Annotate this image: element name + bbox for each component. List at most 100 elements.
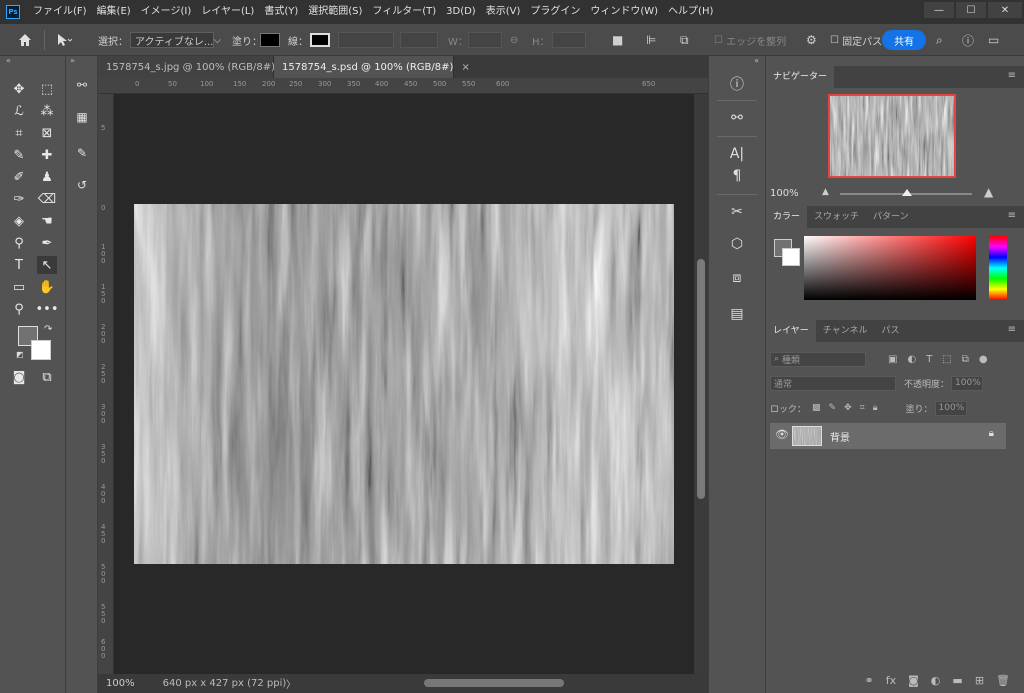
panel-menu-icon[interactable]: ≡ — [1008, 70, 1016, 81]
eye-icon[interactable]: 👁︎ — [775, 428, 789, 441]
collapse-icon[interactable]: « — [754, 56, 759, 65]
home-icon[interactable] — [18, 24, 32, 56]
lock-pixels-icon[interactable]: ✎ — [829, 403, 837, 413]
expand-icon[interactable]: » — [70, 56, 75, 65]
filter-pixel-icon[interactable]: ▣ — [888, 354, 897, 365]
type-tool-icon[interactable]: T — [9, 256, 29, 274]
properties-panel-icon[interactable]: ⚯ — [72, 76, 92, 94]
image-panel-icon[interactable]: ▦ — [72, 108, 92, 126]
menu-edit[interactable]: 編集(E) — [92, 0, 136, 24]
filter-smart-object-icon[interactable]: ⧉ — [962, 354, 969, 365]
link-icon[interactable]: ⊖ — [510, 24, 518, 56]
tab-channels[interactable]: チャンネル — [816, 320, 875, 342]
filter-adjustment-icon[interactable]: ◐ — [907, 354, 916, 365]
navigator-zoom-value[interactable]: 100% — [770, 188, 799, 199]
frame-tool-icon[interactable]: ⊠ — [37, 124, 57, 142]
fill-swatch[interactable] — [260, 33, 280, 47]
select-dropdown[interactable]: アクティブなレ... ⌵ — [130, 32, 221, 48]
tab-jpg[interactable]: 1578754_s.jpg @ 100% (RGB/8#) × — [98, 56, 291, 78]
menu-select[interactable]: 選択範囲(S) — [303, 0, 367, 24]
lock-artboard-icon[interactable]: ⌗ — [860, 403, 865, 413]
align-edges-checkbox[interactable]: ☐ エッジを整列 — [714, 24, 786, 56]
layer-kind-filter[interactable]: ⌕ 種類 — [770, 351, 866, 367]
close-icon[interactable]: × — [461, 62, 469, 73]
lock-transparency-icon[interactable]: ▩ — [812, 403, 821, 413]
tab-color[interactable]: カラー — [766, 206, 808, 228]
path-selection-tool-icon[interactable] — [56, 24, 72, 56]
tab-psd[interactable]: 1578754_s.psd @ 100% (RGB/8#) × — [274, 56, 470, 78]
tool-presets-icon[interactable]: ✂ — [726, 202, 748, 222]
path-alignment-icon[interactable]: ⊫ — [646, 24, 656, 56]
screen-mode-icon[interactable]: ⧉ — [37, 368, 57, 386]
tab-paths[interactable]: パス — [874, 320, 906, 342]
properties-icon[interactable]: ⚯ — [726, 108, 748, 128]
zoom-in-icon[interactable]: ▲ — [984, 185, 993, 199]
status-menu-arrow[interactable]: 〉 — [286, 676, 296, 691]
menu-view[interactable]: 表示(V) — [481, 0, 526, 24]
tab-navigator[interactable]: ナビゲーター — [766, 66, 835, 88]
history-brush-tool-icon[interactable]: ✑ — [9, 190, 29, 208]
menu-plugins[interactable]: プラグイン — [525, 0, 585, 24]
healing-brush-tool-icon[interactable]: ✚ — [37, 146, 57, 164]
hue-slider[interactable] — [989, 236, 1007, 300]
paint-bucket-tool-icon[interactable]: ◈ — [9, 212, 29, 230]
character-icon[interactable]: A| — [726, 144, 748, 164]
paragraph-icon[interactable]: ¶ — [726, 166, 748, 186]
panel-menu-icon[interactable]: ≡ — [1008, 210, 1016, 221]
trash-icon[interactable]: 🗑︎ — [996, 674, 1010, 687]
gear-icon[interactable]: ⚙ — [806, 24, 817, 56]
background-color-swatch[interactable] — [31, 340, 51, 360]
default-colors-icon[interactable]: ◩ — [16, 350, 24, 359]
adjustment-layer-icon[interactable]: ◐ — [931, 674, 941, 687]
slider-knob[interactable] — [902, 189, 912, 196]
menu-3d[interactable]: 3D(D) — [441, 0, 481, 24]
menu-type[interactable]: 書式(Y) — [259, 0, 303, 24]
3d-icon[interactable]: ⬡ — [726, 234, 748, 254]
swap-colors-icon[interactable]: ↷ — [44, 324, 52, 335]
menu-layer[interactable]: レイヤー(L) — [196, 0, 259, 24]
maximize-button[interactable]: ☐ — [956, 2, 986, 18]
add-mask-icon[interactable]: ◙ — [908, 674, 919, 687]
width-field[interactable] — [468, 32, 502, 48]
eraser-tool-icon[interactable]: ⌫ — [37, 190, 57, 208]
zoom-tool-icon[interactable]: ⚲ — [9, 300, 29, 318]
link-layers-icon[interactable]: ⚭ — [865, 674, 874, 687]
stroke-swatch[interactable] — [310, 33, 330, 47]
scrollbar-thumb[interactable] — [697, 259, 705, 499]
document-image[interactable] — [134, 204, 674, 564]
filter-toggle-icon[interactable]: ● — [979, 354, 988, 365]
more-tools-icon[interactable]: ••• — [36, 300, 59, 318]
lock-position-icon[interactable]: ✥ — [844, 403, 852, 413]
libraries-icon[interactable]: ⧈ — [726, 268, 748, 288]
height-field[interactable] — [552, 32, 586, 48]
pen-tool-icon[interactable]: ✒ — [37, 234, 57, 252]
color-background-swatch[interactable] — [782, 248, 800, 266]
tab-patterns[interactable]: パターン — [866, 206, 916, 228]
quick-mask-icon[interactable]: ◙ — [9, 368, 29, 386]
fixed-path-checkbox[interactable]: ☐ 固定パス — [830, 24, 882, 56]
rectangle-tool-icon[interactable]: ▭ — [9, 278, 29, 296]
fx-icon[interactable]: fx — [886, 674, 896, 687]
new-layer-icon[interactable]: ⊞ — [975, 674, 984, 687]
lock-all-icon[interactable]: 🔒︎ — [873, 403, 878, 413]
new-group-icon[interactable]: ▬ — [952, 674, 962, 687]
brush-settings-icon[interactable]: ✎ — [72, 144, 92, 162]
menu-filter[interactable]: フィルター(T) — [367, 0, 441, 24]
search-icon[interactable]: ⌕ — [936, 24, 943, 56]
help-icon[interactable]: ⓘ — [962, 24, 974, 56]
menu-image[interactable]: イメージ(I) — [136, 0, 197, 24]
filter-type-icon[interactable]: T — [926, 354, 932, 365]
canvas-area[interactable] — [114, 94, 694, 674]
marquee-tool-icon[interactable]: ⬚ — [37, 80, 57, 98]
crop-tool-icon[interactable]: ⌗ — [9, 124, 29, 142]
collapse-icon[interactable]: « — [6, 56, 11, 65]
blend-mode-dropdown[interactable]: 通常 — [770, 375, 896, 391]
panel-menu-icon[interactable]: ≡ — [1008, 324, 1016, 335]
fill-field[interactable]: 100% — [934, 400, 967, 416]
vertical-scrollbar[interactable] — [694, 94, 708, 674]
clone-stamp-tool-icon[interactable]: ♟ — [37, 168, 57, 186]
minimize-button[interactable]: — — [924, 2, 954, 18]
eyedropper-tool-icon[interactable]: ✎ — [9, 146, 29, 164]
menu-file[interactable]: ファイル(F) — [28, 0, 92, 24]
zoom-out-icon[interactable]: ▲ — [822, 187, 829, 197]
